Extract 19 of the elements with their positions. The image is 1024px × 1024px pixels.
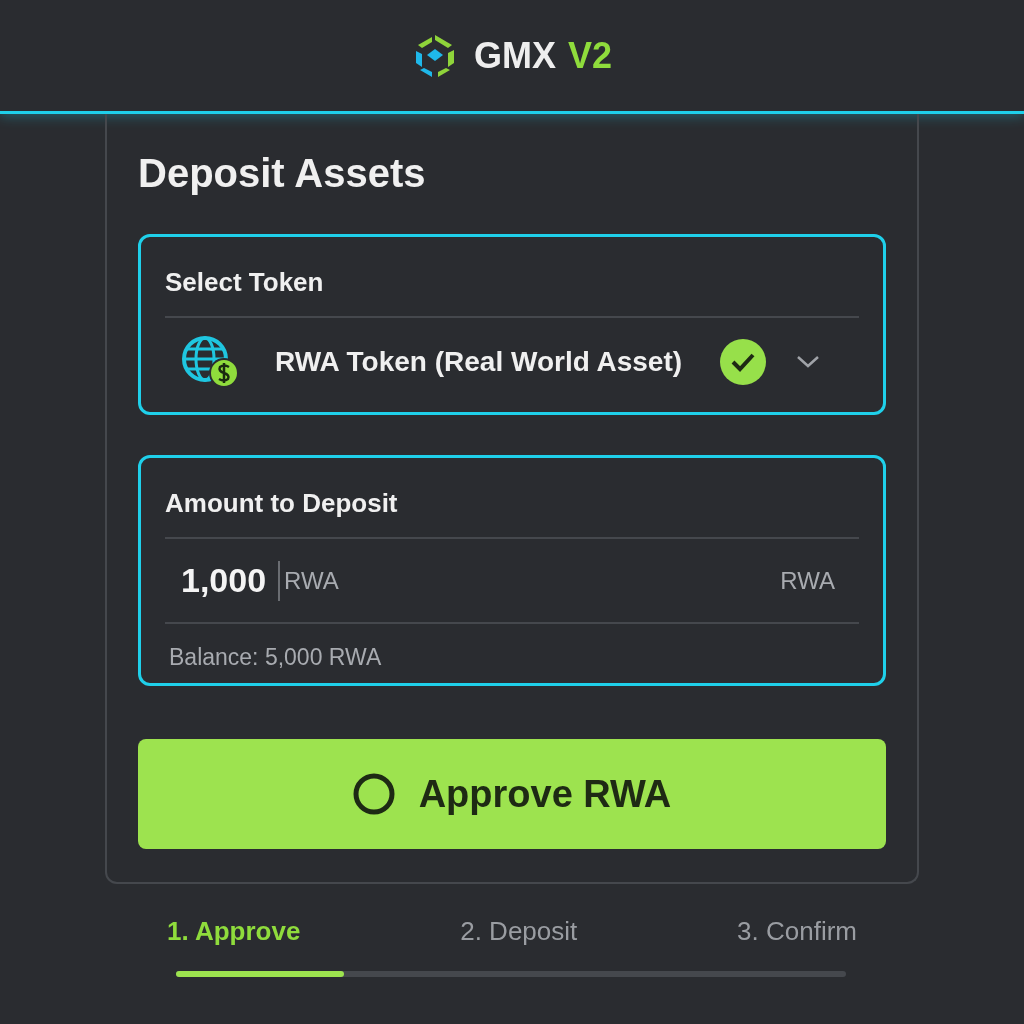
- token-name: RWA Token (Real World Asset): [275, 345, 683, 379]
- step-tab[interactable]: 1. Approve: [167, 912, 301, 951]
- balance-text: Balance: 5,000 RWA: [169, 643, 383, 672]
- token-dropdown[interactable]: RWA Token (Real World Asset): [165, 318, 859, 406]
- unit-label: RWA: [780, 565, 835, 596]
- step-tab[interactable]: 2. Deposit: [460, 912, 578, 951]
- card-title: Deposit Assets: [138, 150, 427, 197]
- unit-placeholder: RWA: [284, 565, 339, 596]
- globe-dollar-icon: [181, 335, 239, 389]
- amount-value: 1,000: [181, 560, 267, 601]
- circle-icon: [352, 773, 395, 815]
- step-tab[interactable]: 3. Confirm: [737, 912, 857, 951]
- brand-name: GMX: [473, 33, 556, 78]
- amount-label: Amount to Deposit: [165, 487, 399, 520]
- approve-button[interactable]: Approve RWA: [138, 739, 886, 849]
- version-label: V2: [568, 33, 613, 78]
- amount-input[interactable]: 1,000 RWA RWA: [165, 539, 859, 622]
- chevron-down-icon: [796, 355, 821, 369]
- token-select-label: Select Token: [165, 266, 325, 299]
